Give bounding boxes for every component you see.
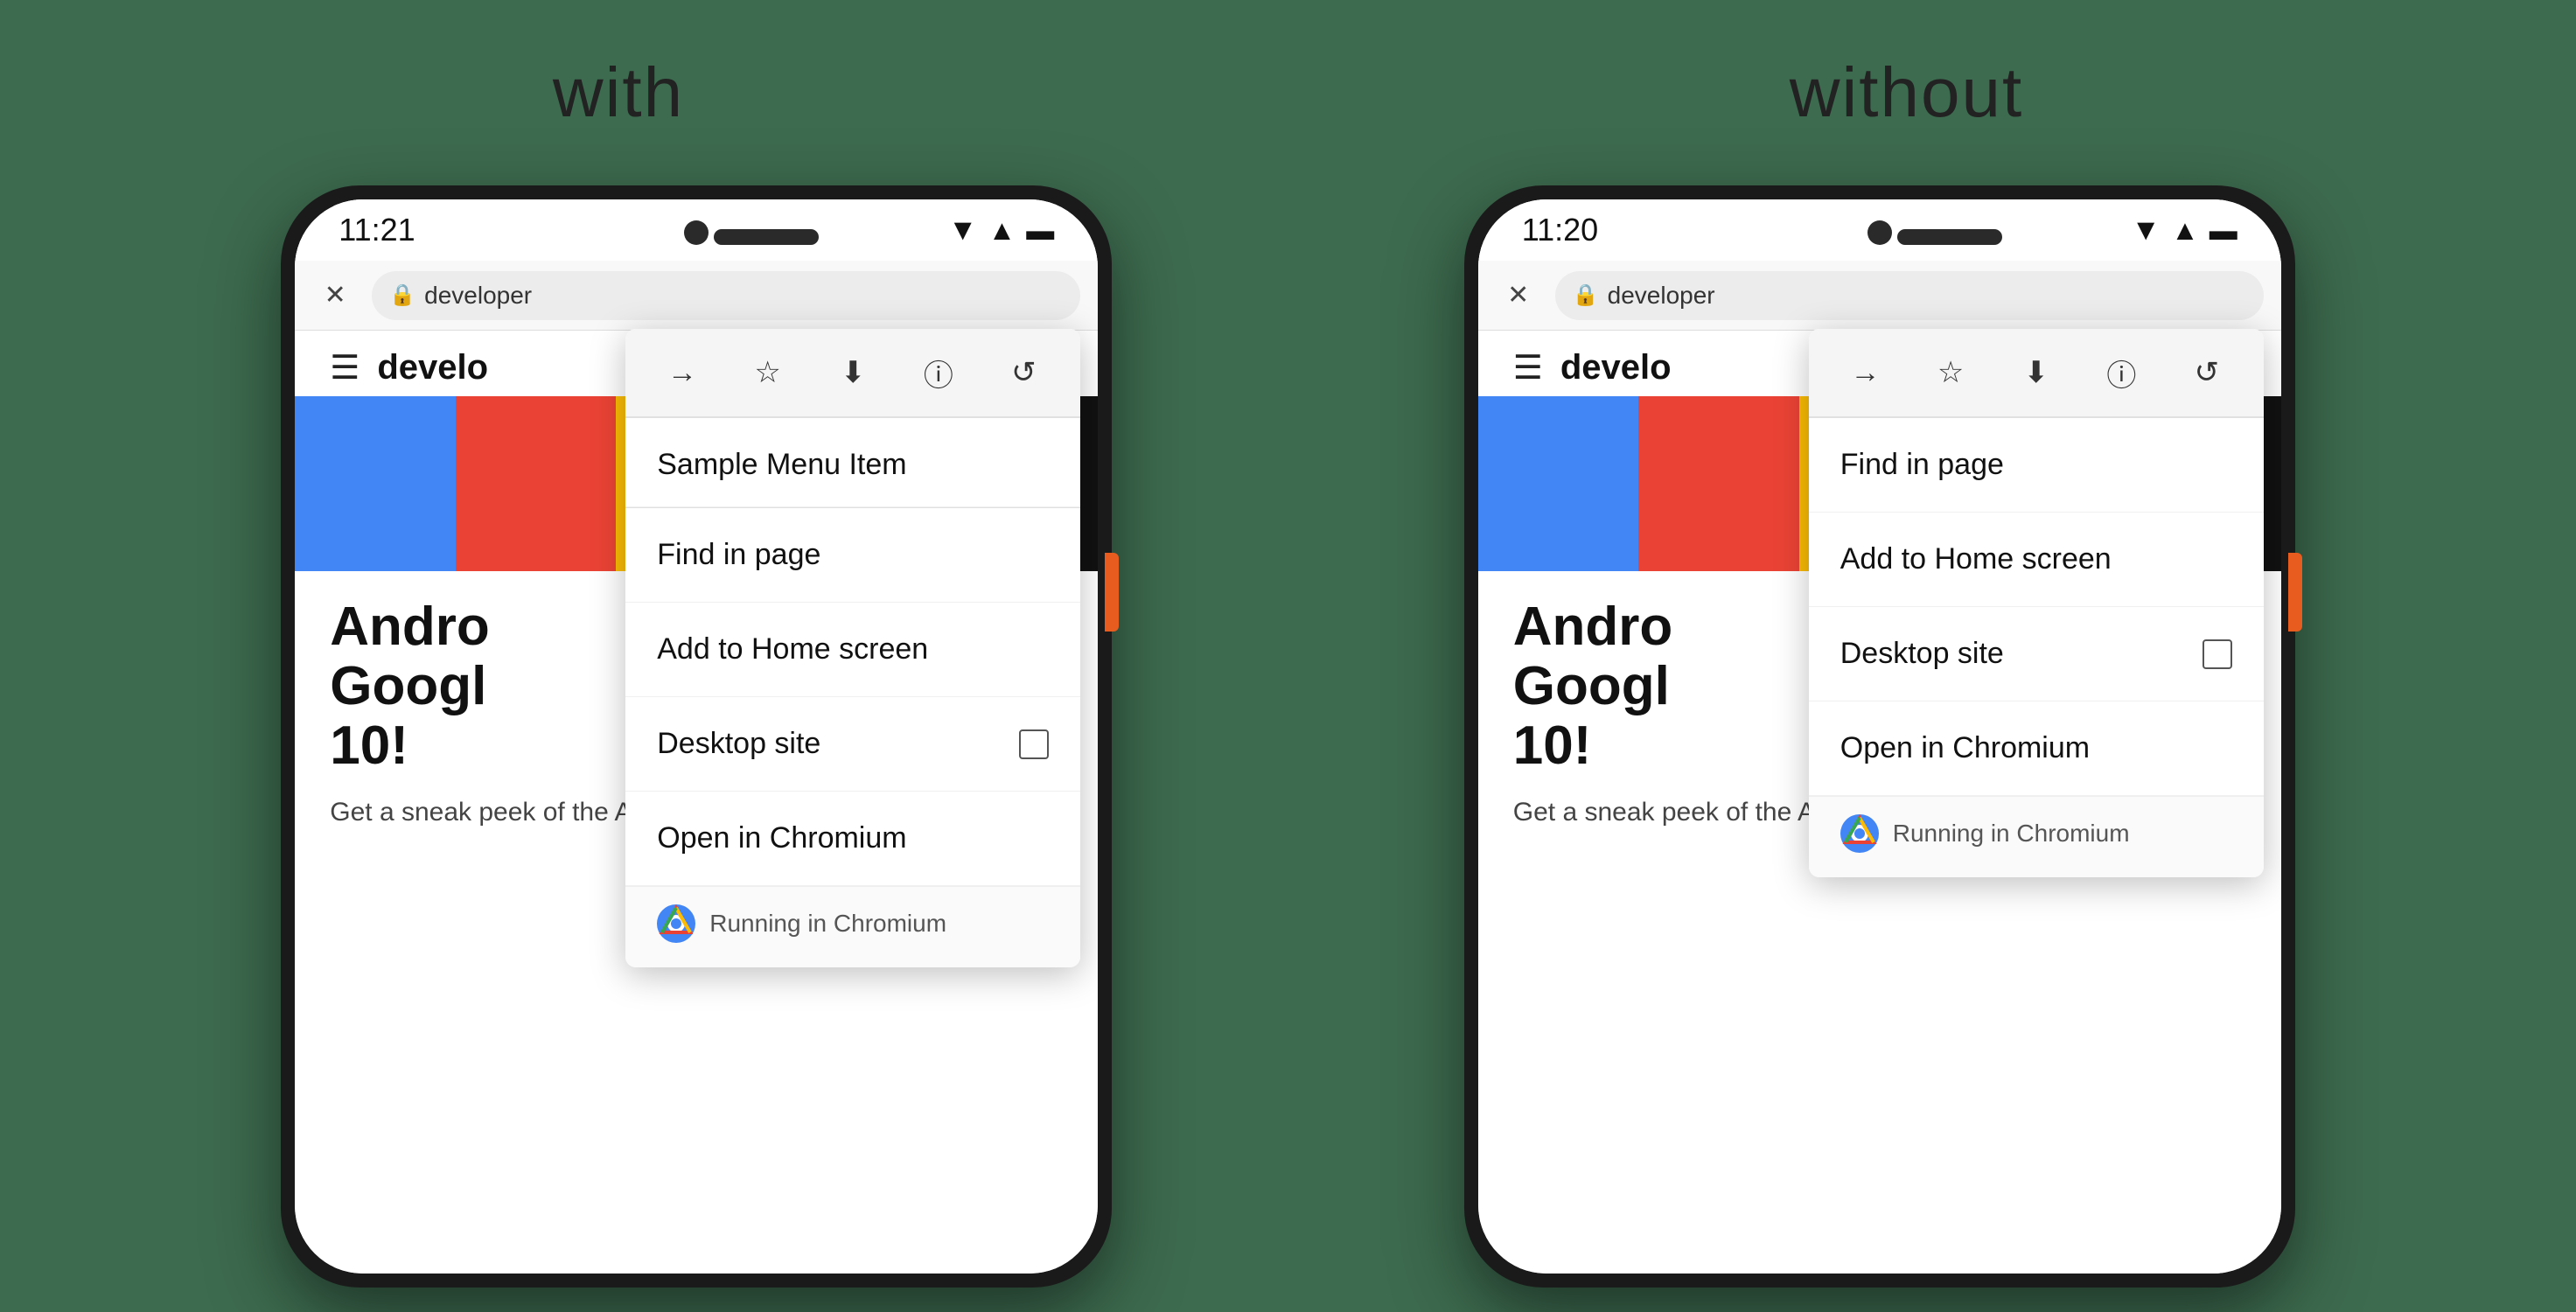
battery-icon-right: ▬ (2209, 214, 2237, 247)
status-icons-left: ▼ ▲ ▬ (948, 213, 1054, 248)
phone-camera-right (1867, 220, 1892, 245)
info-icon-left[interactable]: ⓘ (914, 348, 963, 397)
address-text-right: developer (1608, 282, 1715, 310)
menu-item-home-label-right: Add to Home screen (1840, 542, 2112, 576)
color-bar-blue-left (295, 396, 456, 571)
bookmark-icon-right[interactable]: ☆ (1926, 348, 1975, 397)
page-domain-left: develo (377, 348, 488, 387)
page-domain-right: develo (1560, 348, 1672, 387)
lock-icon-left: 🔒 (389, 283, 415, 308)
download-icon-right[interactable]: ⬇ (2012, 348, 2061, 397)
forward-icon-right[interactable]: → (1841, 348, 1890, 397)
close-button-left[interactable]: ✕ (312, 273, 358, 318)
screen-right: 11:20 ▼ ▲ ▬ ✕ 🔒 developer (1478, 199, 2281, 1274)
info-icon-right[interactable]: ⓘ (2097, 348, 2146, 397)
phone-screen-left: 11:21 ▼ ▲ ▬ ✕ 🔒 developer (295, 199, 1098, 1274)
menu-item-home-label-left: Add to Home screen (657, 632, 928, 666)
running-in-chromium-right: Running in Chromium (1809, 796, 2264, 877)
hamburger-right: ☰ (1513, 348, 1543, 387)
menu-item-desktop-right[interactable]: Desktop site (1809, 607, 2264, 701)
menu-item-chromium-label-left: Open in Chromium (657, 821, 906, 855)
labels-row: with without (0, 0, 2576, 185)
phone-side-button-right (2288, 553, 2302, 632)
address-text-left: developer (424, 282, 532, 310)
menu-item-sample[interactable]: Sample Menu Item (625, 418, 1080, 507)
menu-item-chromium-left[interactable]: Open in Chromium (625, 792, 1080, 886)
menu-item-find-left[interactable]: Find in page (625, 508, 1080, 603)
dropdown-menu-left: → ☆ ⬇ ⓘ ↺ Sample Menu Item Find in page (625, 329, 1080, 967)
chromium-logo-left (657, 904, 695, 943)
close-button-right[interactable]: ✕ (1496, 273, 1541, 318)
desktop-checkbox-right[interactable] (2203, 639, 2232, 669)
menu-item-desktop-left[interactable]: Desktop site (625, 697, 1080, 792)
with-label: with (553, 52, 684, 133)
menu-item-sample-label: Sample Menu Item (657, 448, 906, 482)
wifi-icon-right: ▼ (2131, 213, 2161, 248)
menu-item-find-label-left: Find in page (657, 538, 820, 572)
color-bar-red-left (456, 396, 617, 571)
phone-camera-left (684, 220, 709, 245)
desktop-checkbox-left[interactable] (1019, 729, 1049, 759)
phone-speaker-left (714, 229, 819, 245)
phones-row: 11:21 ▼ ▲ ▬ ✕ 🔒 developer (0, 185, 2576, 1288)
menu-item-home-right[interactable]: Add to Home screen (1809, 513, 2264, 607)
browser-toolbar-left: ✕ 🔒 developer (295, 261, 1098, 331)
refresh-icon-left[interactable]: ↺ (999, 348, 1048, 397)
screen-left: 11:21 ▼ ▲ ▬ ✕ 🔒 developer (295, 199, 1098, 1274)
menu-item-home-left[interactable]: Add to Home screen (625, 603, 1080, 697)
menu-item-desktop-label-left: Desktop site (657, 727, 820, 761)
time-right: 11:20 (1522, 212, 1598, 248)
signal-icon-left: ▲ (988, 214, 1016, 247)
menu-item-chromium-right[interactable]: Open in Chromium (1809, 701, 2264, 796)
phone-left: 11:21 ▼ ▲ ▬ ✕ 🔒 developer (281, 185, 1112, 1288)
phone-speaker-right (1897, 229, 2002, 245)
address-bar-left[interactable]: 🔒 developer (372, 271, 1080, 320)
dropdown-icons-right: → ☆ ⬇ ⓘ ↺ (1809, 329, 2264, 418)
running-text-left: Running in Chromium (709, 910, 946, 938)
menu-item-find-right[interactable]: Find in page (1809, 418, 2264, 513)
menu-item-chromium-label-right: Open in Chromium (1840, 731, 2090, 765)
chromium-logo-right (1840, 814, 1879, 853)
battery-icon-left: ▬ (1026, 214, 1054, 247)
color-bar-blue-right (1478, 396, 1639, 571)
color-bar-red-right (1638, 396, 1799, 571)
dropdown-menu-right: → ☆ ⬇ ⓘ ↺ Find in page Add to Home scree… (1809, 329, 2264, 877)
phone-side-button-left (1105, 553, 1119, 632)
address-bar-right[interactable]: 🔒 developer (1555, 271, 2264, 320)
lock-icon-right: 🔒 (1573, 283, 1599, 308)
download-icon-left[interactable]: ⬇ (828, 348, 877, 397)
bookmark-icon-left[interactable]: ☆ (743, 348, 792, 397)
browser-toolbar-right: ✕ 🔒 developer (1478, 261, 2281, 331)
running-text-right: Running in Chromium (1893, 820, 2130, 848)
menu-item-desktop-label-right: Desktop site (1840, 637, 2004, 671)
dropdown-icons-left: → ☆ ⬇ ⓘ ↺ (625, 329, 1080, 418)
phone-screen-right: 11:20 ▼ ▲ ▬ ✕ 🔒 developer (1478, 199, 2281, 1274)
status-icons-right: ▼ ▲ ▬ (2131, 213, 2237, 248)
menu-item-find-label-right: Find in page (1840, 448, 2004, 482)
forward-icon-left[interactable]: → (658, 348, 707, 397)
phone-right: 11:20 ▼ ▲ ▬ ✕ 🔒 developer (1464, 185, 2295, 1288)
signal-icon-right: ▲ (2171, 214, 2199, 247)
hamburger-left: ☰ (330, 348, 360, 387)
wifi-icon-left: ▼ (948, 213, 978, 248)
time-left: 11:21 (339, 212, 415, 248)
running-in-chromium-left: Running in Chromium (625, 886, 1080, 967)
without-label: without (1790, 52, 2023, 133)
refresh-icon-right[interactable]: ↺ (2182, 348, 2231, 397)
